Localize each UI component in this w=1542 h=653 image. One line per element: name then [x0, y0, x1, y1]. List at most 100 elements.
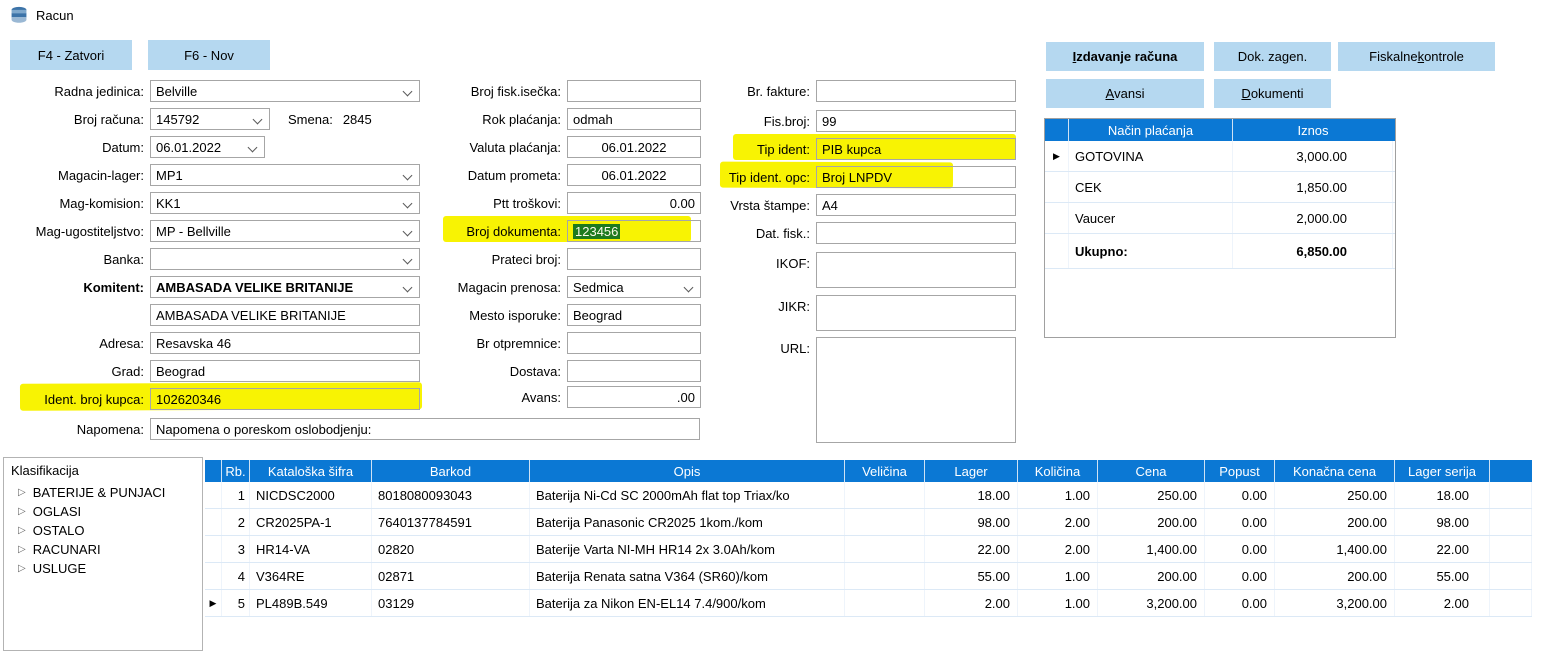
vrsta-stampe-input[interactable]: A4 — [816, 194, 1016, 216]
cell-cena: 200.00 — [1098, 563, 1205, 589]
napomena-input[interactable]: Napomena o poreskom oslobodjenju: — [150, 418, 700, 440]
items-header-rb[interactable]: Rb. — [222, 460, 250, 482]
titlebar: Racun — [10, 6, 74, 24]
items-header-velicina[interactable]: Veličina — [845, 460, 925, 482]
items-header-cena[interactable]: Cena — [1098, 460, 1205, 482]
table-row[interactable]: 3 HR14-VA 02820 Baterije Varta NI-MH HR1… — [205, 536, 1532, 563]
cell-barkod: 8018080093043 — [372, 482, 530, 508]
tree-item-racunari[interactable]: ▷ RACUNARI — [11, 540, 202, 559]
payment-nacin: Vaucer — [1075, 211, 1115, 226]
cell-cena: 3,200.00 — [1098, 590, 1205, 616]
cell-value: PL489B.549 — [256, 596, 328, 611]
cell-value: 0.00 — [1242, 569, 1267, 584]
fis-broj-input[interactable]: 99 — [816, 110, 1016, 132]
dok-za-gen-post: en. — [1289, 49, 1307, 64]
mag-ugostiteljstvo-select[interactable]: MP - Bellville — [150, 220, 420, 242]
items-grid: Rb. Kataloška šifra Barkod Opis Veličina… — [205, 460, 1532, 617]
items-header-opis[interactable]: Opis — [530, 460, 845, 482]
field-grad: Grad: Beograd — [0, 360, 420, 382]
br-fakture-input[interactable] — [816, 80, 1016, 102]
new-button[interactable]: F6 - Nov — [148, 40, 270, 70]
field-broj-racuna: Broj računa: 145792 Smena: 2845 — [0, 108, 372, 130]
banka-select[interactable] — [150, 248, 420, 270]
cell-value: 1,400.00 — [1336, 542, 1387, 557]
rok-placanja-label: Rok plaćanja: — [430, 112, 567, 127]
items-header-lager-serija[interactable]: Lager serija — [1395, 460, 1490, 482]
cell-lager: 55.00 — [925, 563, 1018, 589]
payment-row[interactable]: CEK 1,850.00 — [1045, 172, 1395, 203]
broj-racuna-select[interactable]: 145792 — [150, 108, 270, 130]
row-selector-cell: ▶ — [1045, 141, 1069, 171]
ikof-input[interactable] — [816, 252, 1016, 288]
payment-row[interactable]: Vaucer 2,000.00 — [1045, 203, 1395, 234]
payment-row[interactable]: ▶ GOTOVINA 3,000.00 — [1045, 141, 1395, 172]
tree-item-ostalo[interactable]: ▷ OSTALO — [11, 521, 202, 540]
payment-nacin-cell: Vaucer — [1069, 203, 1233, 233]
table-row[interactable]: 1 NICDSC2000 8018080093043 Baterija Ni-C… — [205, 482, 1532, 509]
tree-item-label: BATERIJE & PUNJACI — [33, 485, 166, 500]
expand-triangle-icon[interactable]: ▷ — [18, 507, 26, 517]
tip-ident-input[interactable]: PIB kupca — [816, 138, 1016, 160]
br-fakture-label: Br. fakture: — [630, 84, 816, 99]
avansi-button[interactable]: Avansi — [1046, 79, 1204, 108]
items-header-konacna-cena[interactable]: Konačna cena — [1275, 460, 1395, 482]
fiskalne-kontrole-button[interactable]: Fiskalne kontrole — [1338, 42, 1495, 71]
tree-item-baterije[interactable]: ▷ BATERIJE & PUNJACI — [11, 483, 202, 502]
expand-triangle-icon[interactable]: ▷ — [18, 526, 26, 536]
chevron-down-icon — [248, 143, 258, 153]
cell-value: 02871 — [378, 569, 414, 584]
komitent-naziv-input[interactable]: AMBASADA VELIKE BRITANIJE — [150, 304, 420, 326]
dok-za-gen-button[interactable]: Dok. za gen. — [1214, 42, 1331, 71]
mag-komision-value: KK1 — [156, 196, 181, 211]
chevron-down-icon — [403, 171, 413, 181]
dokumenti-button[interactable]: Dokumenti — [1214, 79, 1331, 108]
cell-filler — [1490, 590, 1532, 616]
expand-triangle-icon[interactable]: ▷ — [18, 488, 26, 498]
cell-value: 250.00 — [1347, 488, 1387, 503]
komitent-value: AMBASADA VELIKE BRITANIJE — [156, 280, 353, 295]
payments-total-row: Ukupno: 6,850.00 — [1045, 234, 1395, 269]
cell-velicina — [845, 563, 925, 589]
mag-komision-label: Mag-komision: — [0, 196, 150, 211]
items-header-sifra[interactable]: Kataloška šifra — [250, 460, 372, 482]
dat-fisk-input[interactable] — [816, 222, 1016, 244]
field-komitent-naziv: AMBASADA VELIKE BRITANIJE — [0, 304, 420, 326]
jikr-input[interactable] — [816, 295, 1016, 331]
payments-header-iznos[interactable]: Iznos — [1233, 119, 1393, 141]
tree-item-usluge[interactable]: ▷ USLUGE — [11, 559, 202, 578]
radna-jedinica-select[interactable]: Belville — [150, 80, 420, 102]
ident-broj-kupca-input[interactable]: 102620346 — [150, 388, 420, 410]
tip-ident-value: PIB kupca — [822, 142, 881, 157]
close-button[interactable]: F4 - Zatvori — [10, 40, 132, 70]
payments-header-nacin[interactable]: Način plaćanja — [1069, 119, 1233, 141]
payments-panel: Način plaćanja Iznos ▶ GOTOVINA 3,000.00… — [1044, 118, 1396, 338]
cell-value: 200.00 — [1157, 569, 1197, 584]
table-row[interactable]: ▶ 5 PL489B.549 03129 Baterija za Nikon E… — [205, 590, 1532, 617]
items-header-barkod[interactable]: Barkod — [372, 460, 530, 482]
items-header-kolicina[interactable]: Količina — [1018, 460, 1098, 482]
tip-ident-opc-input[interactable]: Broj LNPDV — [816, 166, 1016, 188]
table-row[interactable]: 4 V364RE 02871 Baterija Renata satna V36… — [205, 563, 1532, 590]
adresa-value: Resavska 46 — [156, 336, 231, 351]
komitent-select[interactable]: AMBASADA VELIKE BRITANIJE — [150, 276, 420, 298]
items-header-row: Rb. Kataloška šifra Barkod Opis Veličina… — [205, 460, 1532, 482]
datum-select[interactable]: 06.01.2022 — [150, 136, 265, 158]
items-header-lager[interactable]: Lager — [925, 460, 1018, 482]
expand-triangle-icon[interactable]: ▷ — [18, 564, 26, 574]
cell-value: 55.00 — [977, 569, 1010, 584]
izdavanje-racuna-button[interactable]: Izdavanje računa — [1046, 42, 1204, 71]
tree-item-oglasi[interactable]: ▷ OGLASI — [11, 502, 202, 521]
url-input[interactable] — [816, 337, 1016, 443]
datum-value: 06.01.2022 — [156, 140, 221, 155]
cell-value: 200.00 — [1347, 515, 1387, 530]
adresa-input[interactable]: Resavska 46 — [150, 332, 420, 354]
table-row[interactable]: 2 CR2025PA-1 7640137784591 Baterija Pana… — [205, 509, 1532, 536]
payments-selector-header — [1045, 119, 1069, 141]
cell-value: 8018080093043 — [378, 488, 472, 503]
expand-triangle-icon[interactable]: ▷ — [18, 545, 26, 555]
magacin-lager-select[interactable]: MP1 — [150, 164, 420, 186]
cell-rb: 2 — [222, 509, 250, 535]
grad-input[interactable]: Beograd — [150, 360, 420, 382]
items-header-popust[interactable]: Popust — [1205, 460, 1275, 482]
mag-komision-select[interactable]: KK1 — [150, 192, 420, 214]
